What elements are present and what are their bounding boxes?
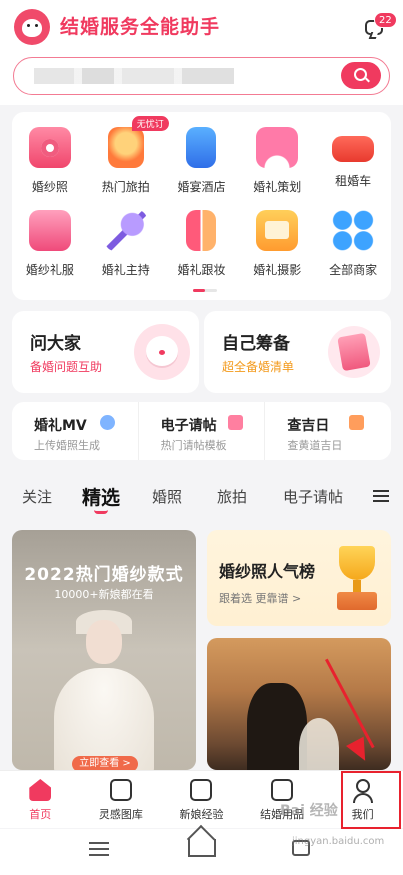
tool-subtitle: 上传婚照生成 (34, 439, 100, 452)
messages-button[interactable]: 22 (360, 12, 397, 42)
notes-icon (190, 779, 213, 801)
search-input[interactable] (34, 68, 234, 84)
shopping-bag-icon (271, 779, 294, 801)
nav-label: 新娘经验 (179, 808, 224, 821)
feed-card-title: 2022热门婚纱款式 (24, 565, 184, 585)
lipstick-icon (186, 210, 217, 251)
category-label: 租婚车 (335, 174, 372, 188)
tab-wedding-photo[interactable]: 婚照 (152, 486, 182, 507)
category-car-rental[interactable]: 租婚车 (315, 122, 391, 195)
category-label: 婚礼跟妆 (177, 263, 226, 277)
tool-subtitle: 热门请帖模板 (160, 439, 227, 452)
tool-wedding-mv[interactable]: 婚礼MV 上传婚照生成 (12, 402, 139, 460)
camera-icon (28, 127, 71, 168)
nav-label: 首页 (29, 808, 52, 821)
tool-title: 婚礼MV (34, 418, 87, 434)
nav-inspiration[interactable]: 灵感图库 (81, 771, 162, 828)
tool-lucky-date[interactable]: 查吉日 查黄道吉日 (265, 402, 391, 460)
category-label: 婚纱礼服 (25, 263, 74, 277)
trophy-icon (333, 546, 381, 612)
search-button[interactable] (341, 62, 381, 89)
calendar-icon (349, 415, 365, 430)
category-photography[interactable]: 婚礼摄影 (239, 205, 315, 278)
nav-home[interactable]: 首页 (0, 771, 81, 828)
watermark-url: jingyan.baidu.com (292, 836, 385, 847)
tab-featured[interactable]: 精选 (82, 483, 120, 510)
category-label: 婚礼策划 (253, 180, 302, 194)
view-now-button[interactable]: 立即查看 > (72, 756, 138, 770)
category-label: 婚宴酒店 (177, 180, 226, 194)
app-screen: 结婚服务全能助手 22 婚纱照 无忧订 热门旅拍 婚宴酒店 婚礼策划 租婚车 婚… (0, 0, 403, 875)
category-label: 全部商家 (329, 263, 378, 277)
self-prepare-card[interactable]: 自己筹备 超全备婚清单 (204, 311, 391, 393)
system-home-icon[interactable] (188, 839, 216, 857)
category-planning[interactable]: 婚礼策划 (239, 122, 315, 195)
tabs-menu-icon[interactable] (373, 490, 389, 502)
hot-air-balloon-icon (107, 127, 144, 168)
category-grid: 婚纱照 无忧订 热门旅拍 婚宴酒店 婚礼策划 租婚车 婚纱礼服 婚礼主持 婚礼跟… (12, 116, 391, 278)
feed-tabs: 关注 精选 婚照 旅拍 电子请帖 (0, 476, 403, 520)
grid-page-indicator (193, 289, 217, 292)
category-wedding-photo[interactable]: 婚纱照 (12, 122, 88, 195)
flower-arch-icon (256, 127, 299, 168)
system-menu-icon[interactable] (89, 842, 109, 856)
envelope-icon (227, 415, 243, 430)
video-reel-icon (100, 415, 115, 430)
app-logo-icon (14, 9, 50, 45)
category-hotel[interactable]: 婚宴酒店 (164, 122, 240, 195)
header: 结婚服务全能助手 22 (0, 0, 403, 105)
photo-frame-icon (256, 210, 299, 251)
feed-card-popularity-ranking[interactable]: 婚纱照人气榜 跟着选 更靠谱 > (207, 530, 391, 626)
category-label: 婚礼主持 (101, 263, 150, 277)
microphone-icon (104, 210, 147, 251)
checklist-book-icon (328, 326, 380, 378)
search-icon (354, 68, 367, 81)
active-tab-indicator (94, 510, 108, 514)
category-label: 婚礼摄影 (253, 263, 302, 277)
message-count-badge: 22 (374, 12, 397, 28)
tab-follow[interactable]: 关注 (22, 486, 52, 507)
nav-bride-experience[interactable]: 新娘经验 (161, 771, 242, 828)
feed-card-subtitle: 10000+新娘都在看 (54, 588, 154, 601)
tools-row: 婚礼MV 上传婚照生成 电子请帖 热门请帖模板 查吉日 查黄道吉日 (12, 402, 391, 460)
nav-label: 灵感图库 (98, 808, 143, 821)
ask-everyone-card[interactable]: 问大家 备婚问题互助 (12, 311, 199, 393)
promo-title: 问大家 (30, 334, 81, 354)
grid-all-icon (332, 210, 375, 251)
tool-e-invitation[interactable]: 电子请帖 热门请帖模板 (139, 402, 266, 460)
wedding-dress-icon (28, 210, 71, 251)
feed-card-dress-trends[interactable]: 2022热门婚纱款式 10000+新娘都在看 立即查看 > (12, 530, 196, 770)
category-makeup[interactable]: 婚礼跟妆 (164, 205, 240, 278)
search-bar[interactable] (13, 57, 390, 95)
hotel-building-icon (186, 127, 217, 168)
annotation-highlight-box (341, 771, 401, 829)
promo-subtitle: 超全备婚清单 (222, 360, 295, 374)
category-travel-photo[interactable]: 无忧订 热门旅拍 (88, 116, 169, 195)
tab-travel-photo[interactable]: 旅拍 (217, 486, 247, 507)
tab-e-invitation[interactable]: 电子请帖 (283, 486, 343, 507)
promo-subtitle: 备婚问题互助 (30, 360, 103, 374)
category-host[interactable]: 婚礼主持 (88, 205, 164, 278)
category-dress[interactable]: 婚纱礼服 (12, 205, 88, 278)
veil-shape (299, 718, 339, 770)
couple-photo (247, 683, 307, 770)
feed-card-title: 婚纱照人气榜 (219, 562, 316, 581)
app-title: 结婚服务全能助手 (60, 16, 221, 38)
mascot-bird-icon (134, 324, 190, 380)
tool-subtitle: 查黄道吉日 (287, 439, 343, 452)
home-icon (29, 779, 52, 801)
watermark: Bai 经验 (280, 803, 338, 819)
category-grid-card: 婚纱照 无忧订 热门旅拍 婚宴酒店 婚礼策划 租婚车 婚纱礼服 婚礼主持 婚礼跟… (12, 112, 391, 300)
tool-title: 查吉日 (287, 418, 330, 434)
promo-title: 自己筹备 (222, 334, 290, 354)
category-all-merchants[interactable]: 全部商家 (315, 205, 391, 278)
category-tag: 无忧订 (131, 116, 169, 131)
category-label: 婚纱照 (31, 180, 68, 194)
tool-title: 电子请帖 (160, 418, 217, 434)
image-gallery-icon (109, 779, 132, 801)
car-icon (332, 136, 375, 162)
feed-card-subtitle: 跟着选 更靠谱 > (219, 592, 302, 605)
category-label: 热门旅拍 (101, 180, 150, 194)
bride-photo (54, 610, 154, 770)
